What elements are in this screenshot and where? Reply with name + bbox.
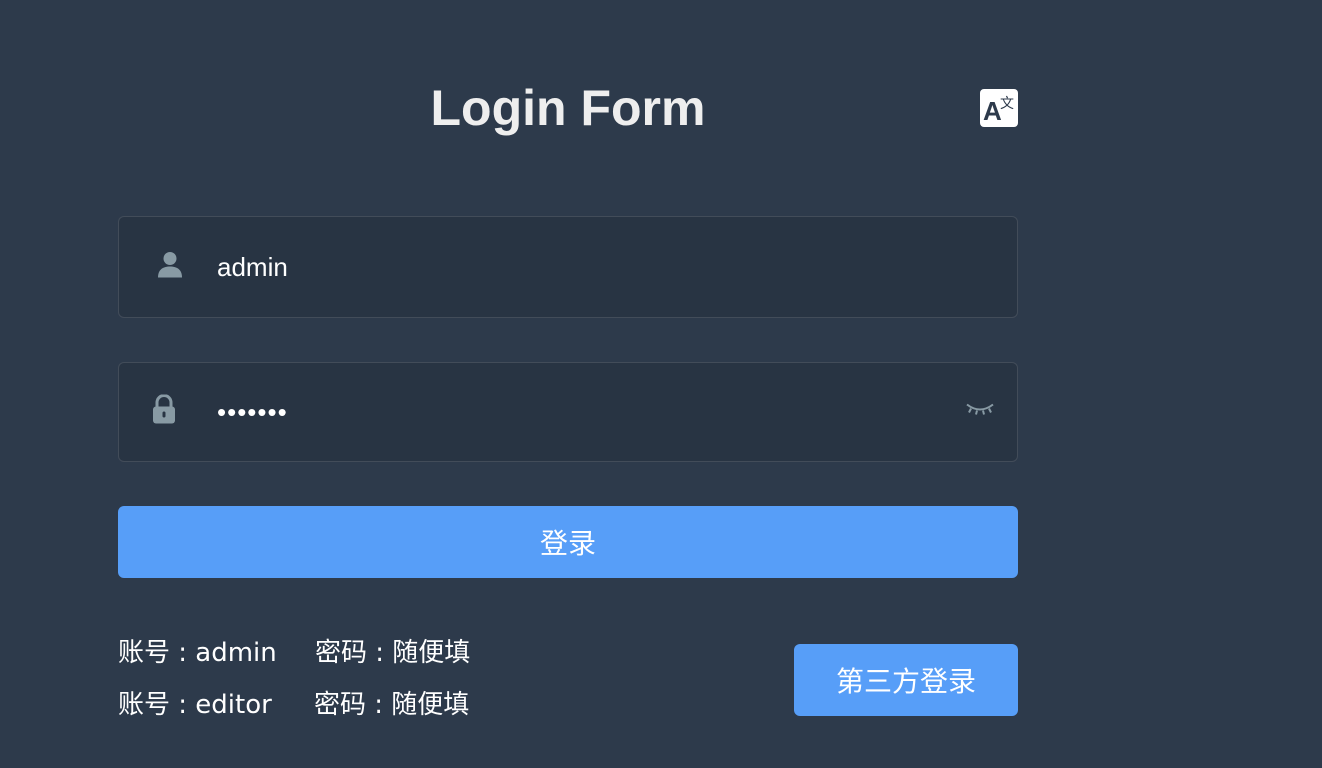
- tip-password: 密码 : 随便填: [315, 638, 471, 668]
- lock-icon: [152, 394, 176, 430]
- password-field[interactable]: [118, 362, 1018, 462]
- page-title: Login Form: [430, 80, 706, 136]
- username-input[interactable]: [217, 217, 937, 317]
- svg-text:文: 文: [1000, 96, 1014, 112]
- tip-row: 账号 : admin 密码 : 随便填: [118, 638, 470, 668]
- tip-account: 账号 : admin: [118, 638, 277, 668]
- tip-account: 账号 : editor: [118, 690, 272, 720]
- login-button[interactable]: 登录: [118, 506, 1018, 578]
- password-input[interactable]: [217, 363, 937, 461]
- tip-row: 账号 : editor 密码 : 随便填: [118, 690, 469, 720]
- translate-icon[interactable]: A 文: [980, 89, 1018, 127]
- user-icon: [157, 251, 183, 284]
- login-form: Login Form A 文 admin ••••••• 登录 账号: adm…: [118, 0, 1018, 768]
- username-field[interactable]: [118, 216, 1018, 318]
- third-party-login-button[interactable]: 第三方登录: [794, 644, 1018, 716]
- tip-password: 密码 : 随便填: [314, 690, 470, 720]
- eye-closed-icon[interactable]: [965, 402, 995, 423]
